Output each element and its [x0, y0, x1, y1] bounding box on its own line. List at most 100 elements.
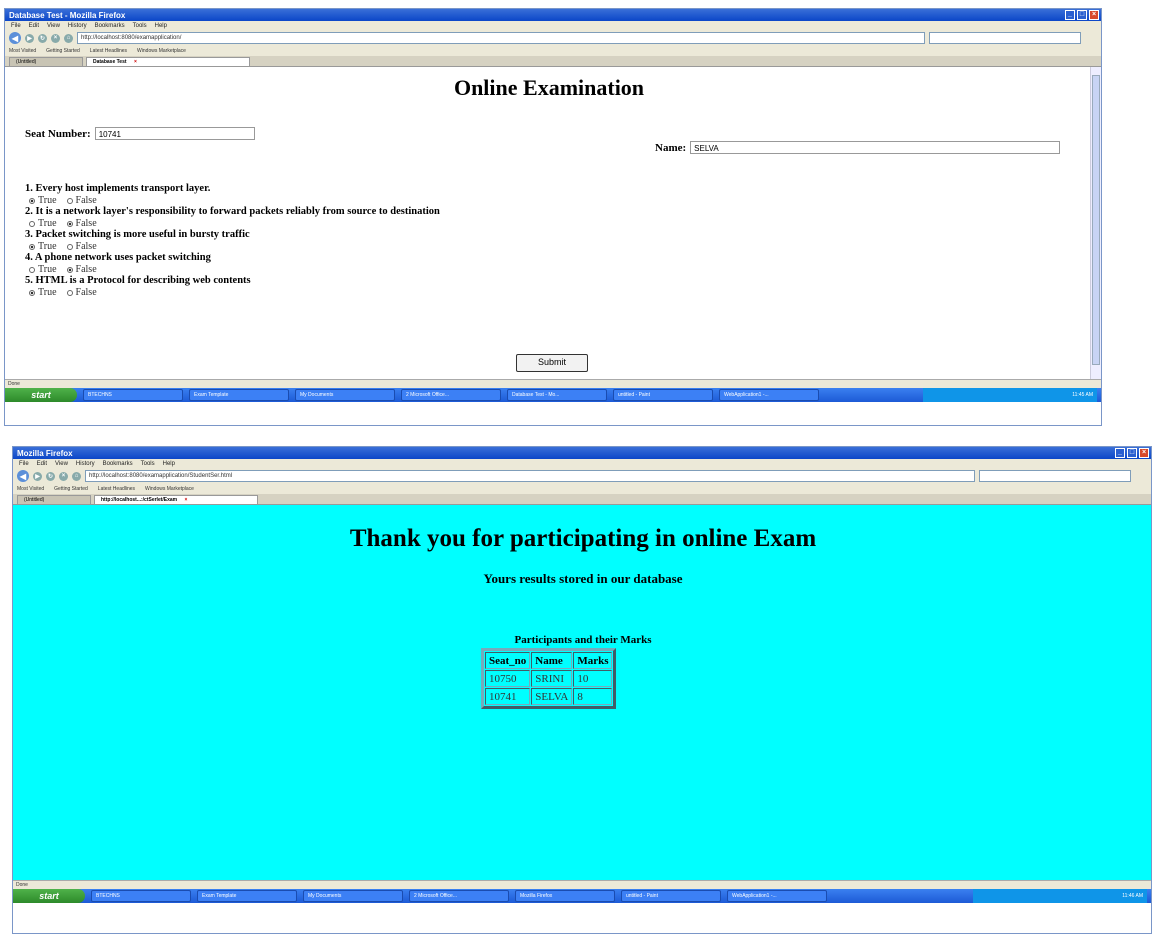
menu-tools[interactable]: Tools: [133, 23, 147, 29]
taskbar-item[interactable]: BTECHNS: [83, 389, 183, 401]
cell-name: SRINI: [531, 670, 573, 687]
forward-arrow-icon[interactable]: ▶: [25, 33, 34, 43]
seat-number-input[interactable]: 10741: [94, 127, 255, 140]
address-bar[interactable]: http://localhost:8080/examapplication/: [77, 32, 925, 44]
address-bar[interactable]: http://localhost:8080/examapplication/St…: [85, 470, 975, 482]
close-button[interactable]: ×: [1089, 10, 1099, 20]
reload-icon[interactable]: ↻: [46, 471, 55, 481]
bookmarks-toolbar: Most Visited Getting Started Latest Head…: [13, 484, 1151, 494]
search-box[interactable]: [979, 470, 1131, 482]
taskbar-item[interactable]: BTECHNS: [91, 890, 191, 902]
option-true[interactable]: True: [29, 264, 57, 275]
bookmark-getting-started[interactable]: Getting Started: [46, 48, 80, 54]
radio-icon[interactable]: [66, 197, 73, 204]
tab-database-test[interactable]: Database Test ×: [86, 57, 250, 66]
option-true[interactable]: True: [29, 218, 57, 229]
taskbar-item[interactable]: Exam Template: [189, 389, 289, 401]
menu-help[interactable]: Help: [163, 461, 175, 467]
taskbar-item[interactable]: WebApplication1 -...: [719, 389, 819, 401]
back-arrow-icon[interactable]: ◀: [17, 470, 29, 482]
taskbar-item[interactable]: 2 Microsoft Office...: [401, 389, 501, 401]
option-false[interactable]: False: [66, 264, 97, 275]
bookmark-windows-marketplace[interactable]: Windows Marketplace: [137, 48, 186, 54]
menu-file[interactable]: File: [11, 23, 21, 29]
window-titlebar: Database Test - Mozilla Firefox _ □ ×: [5, 9, 1101, 21]
radio-icon[interactable]: [66, 243, 73, 250]
menu-history[interactable]: History: [76, 461, 95, 467]
question-1-options: True False: [25, 195, 440, 206]
option-false[interactable]: False: [66, 287, 97, 298]
system-tray: 11:45 AM: [923, 388, 1097, 402]
maximize-button[interactable]: □: [1077, 10, 1087, 20]
taskbar-item[interactable]: Mozilla Firefox: [515, 890, 615, 902]
windows-taskbar: start BTECHNS Exam Template My Documents…: [5, 388, 1101, 402]
taskbar-item[interactable]: untitled - Paint: [613, 389, 713, 401]
tab-untitled[interactable]: (Untitled): [17, 495, 91, 504]
taskbar-item[interactable]: My Documents: [295, 389, 395, 401]
close-tab-icon[interactable]: ×: [134, 59, 137, 65]
maximize-button[interactable]: □: [1127, 448, 1137, 458]
question-5: 5. HTML is a Protocol for describing web…: [25, 275, 251, 286]
taskbar-item[interactable]: Exam Template: [197, 890, 297, 902]
minimize-button[interactable]: _: [1065, 10, 1075, 20]
bookmark-getting-started[interactable]: Getting Started: [54, 486, 88, 492]
menu-view[interactable]: View: [47, 23, 60, 29]
back-arrow-icon[interactable]: ◀: [9, 32, 21, 44]
taskbar-item[interactable]: WebApplication1 -...: [727, 890, 827, 902]
option-false[interactable]: False: [66, 218, 97, 229]
taskbar-item[interactable]: untitled - Paint: [621, 890, 721, 902]
radio-icon[interactable]: [29, 266, 35, 273]
bookmark-most-visited[interactable]: Most Visited: [9, 48, 36, 54]
start-button[interactable]: start: [13, 889, 85, 903]
tab-untitled[interactable]: (Untitled): [9, 57, 83, 66]
menu-view[interactable]: View: [55, 461, 68, 467]
option-false[interactable]: False: [66, 195, 97, 206]
option-false[interactable]: False: [66, 241, 97, 252]
radio-selected-icon[interactable]: [29, 197, 35, 204]
submit-button[interactable]: Submit: [516, 354, 588, 372]
menu-edit[interactable]: Edit: [29, 23, 39, 29]
stop-icon[interactable]: ×: [59, 471, 68, 481]
home-icon[interactable]: ⌂: [72, 471, 81, 481]
close-tab-icon[interactable]: ×: [185, 497, 188, 503]
menu-file[interactable]: File: [19, 461, 29, 467]
vertical-scrollbar[interactable]: [1090, 67, 1101, 379]
option-true[interactable]: True: [29, 241, 57, 252]
radio-selected-icon[interactable]: [29, 243, 35, 250]
question-4: 4. A phone network uses packet switching: [25, 252, 211, 263]
stop-icon[interactable]: ×: [51, 33, 60, 43]
radio-selected-icon[interactable]: [66, 220, 73, 227]
taskbar-item[interactable]: 2 Microsoft Office...: [409, 890, 509, 902]
menu-edit[interactable]: Edit: [37, 461, 47, 467]
name-input[interactable]: SELVA: [690, 141, 1061, 154]
close-button[interactable]: ×: [1139, 448, 1149, 458]
menu-bookmarks[interactable]: Bookmarks: [103, 461, 133, 467]
search-box[interactable]: [929, 32, 1081, 44]
menu-bookmarks[interactable]: Bookmarks: [95, 23, 125, 29]
radio-icon[interactable]: [66, 289, 73, 296]
radio-selected-icon[interactable]: [29, 289, 35, 296]
bookmark-windows-marketplace[interactable]: Windows Marketplace: [145, 486, 194, 492]
tab-results[interactable]: http://localhost...:/ctSerlet/Exam ×: [94, 495, 258, 504]
bookmark-most-visited[interactable]: Most Visited: [17, 486, 44, 492]
exam-browser-window: Database Test - Mozilla Firefox _ □ × Fi…: [4, 8, 1102, 426]
scrollbar-thumb[interactable]: [1092, 75, 1100, 365]
option-label: True: [38, 218, 57, 229]
menu-history[interactable]: History: [68, 23, 87, 29]
radio-selected-icon[interactable]: [66, 266, 73, 273]
taskbar-item[interactable]: Database Test - Mo...: [507, 389, 607, 401]
forward-arrow-icon[interactable]: ▶: [33, 471, 42, 481]
taskbar-item[interactable]: My Documents: [303, 890, 403, 902]
bookmark-latest-headlines[interactable]: Latest Headlines: [90, 48, 127, 54]
option-true[interactable]: True: [29, 287, 57, 298]
option-true[interactable]: True: [29, 195, 57, 206]
reload-icon[interactable]: ↻: [38, 33, 47, 43]
radio-icon[interactable]: [29, 220, 35, 227]
bookmark-latest-headlines[interactable]: Latest Headlines: [98, 486, 135, 492]
home-icon[interactable]: ⌂: [64, 33, 73, 43]
question-2-options: True False: [25, 218, 440, 229]
menu-tools[interactable]: Tools: [141, 461, 155, 467]
menu-help[interactable]: Help: [155, 23, 167, 29]
minimize-button[interactable]: _: [1115, 448, 1125, 458]
start-button[interactable]: start: [5, 388, 77, 402]
